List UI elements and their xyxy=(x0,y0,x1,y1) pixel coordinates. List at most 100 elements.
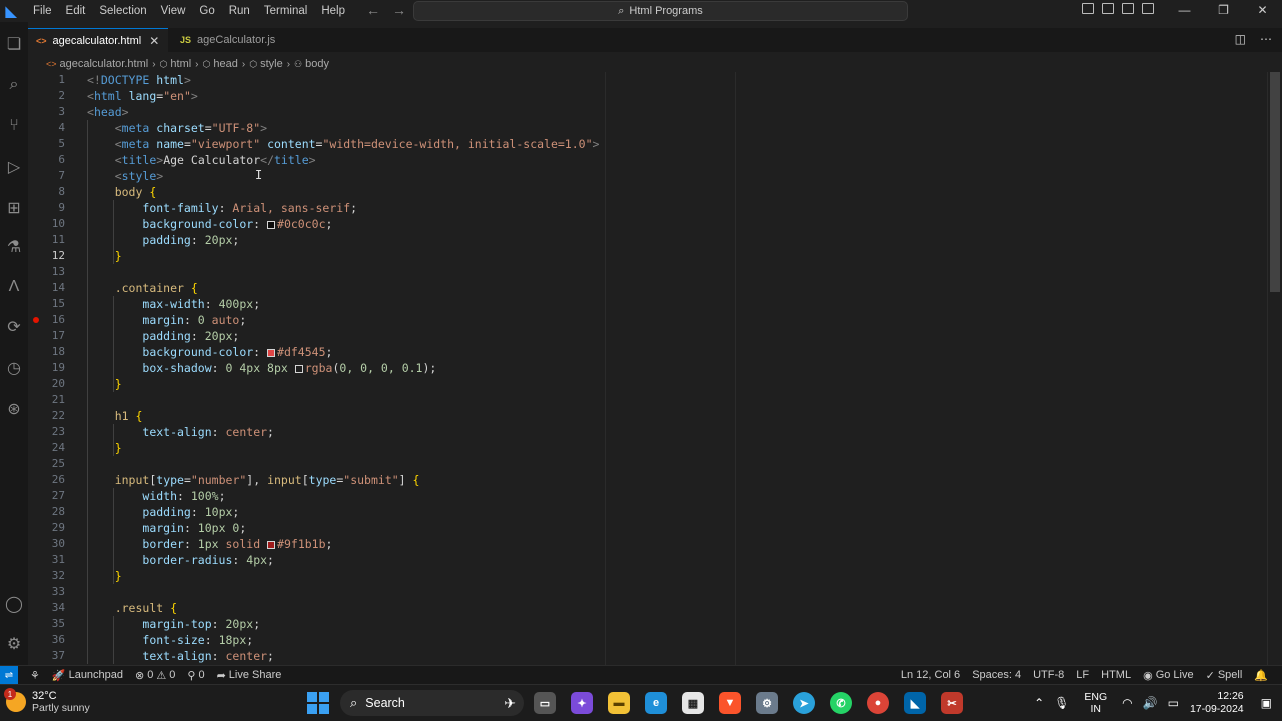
code-line[interactable]: 9 font-family: Arial, sans-serif; xyxy=(28,200,1268,216)
toggle-panel-icon[interactable] xyxy=(1102,3,1114,14)
azure-icon[interactable]: Λ xyxy=(0,273,28,301)
notifications-bell-icon[interactable]: 🔔 xyxy=(1254,669,1268,682)
code-line[interactable]: 27 width: 100%; xyxy=(28,488,1268,504)
code-line[interactable]: 13 xyxy=(28,264,1268,280)
menu-view[interactable]: View xyxy=(154,5,193,17)
problems-item[interactable]: ⊗ 0 ⚠ 0 xyxy=(135,669,175,682)
code-line[interactable]: 18 background-color: #df4545; xyxy=(28,344,1268,360)
code-line[interactable]: 23 text-align: center; xyxy=(28,424,1268,440)
clock[interactable]: 12:26 17-09-2024 xyxy=(1190,690,1244,716)
volume-icon[interactable]: 🔊 xyxy=(1143,696,1158,710)
remote-indicator-icon[interactable]: ⇌ xyxy=(0,666,18,684)
explorer-icon[interactable]: ❏ xyxy=(0,30,28,58)
menu-file[interactable]: File xyxy=(26,5,59,17)
code-line[interactable]: 3 <head> xyxy=(28,104,1268,120)
testing-icon[interactable]: ⚗ xyxy=(0,233,28,261)
copilot-app-icon[interactable]: ✦ xyxy=(571,692,593,714)
tab-agecalculator-js[interactable]: JS ageCalculator.js xyxy=(172,28,292,52)
encoding[interactable]: UTF-8 xyxy=(1033,669,1064,681)
code-line[interactable]: 10 background-color: #0c0c0c; xyxy=(28,216,1268,232)
minimize-icon[interactable]: — xyxy=(1165,0,1204,20)
breadcrumb-head[interactable]: ⬡ head xyxy=(203,58,238,70)
brave-browser-icon[interactable]: ▼ xyxy=(719,692,741,714)
taskbar-search[interactable]: ⌕ Search ✈ xyxy=(340,690,524,716)
microphone-icon[interactable]: 🎙 xyxy=(1054,696,1069,710)
code-line[interactable]: 6 <title>Age Calculator</title> xyxy=(28,152,1268,168)
code-line[interactable]: 26 input[type="number"], input[type="sub… xyxy=(28,472,1268,488)
code-line[interactable]: 20 } xyxy=(28,376,1268,392)
restore-icon[interactable]: ❐ xyxy=(1204,0,1243,20)
scrollbar-thumb[interactable] xyxy=(1270,72,1280,292)
extensions-icon[interactable]: ⊞ xyxy=(0,194,28,222)
tab-agecalculator-html[interactable]: <> agecalculator.html ✕ xyxy=(28,28,168,52)
breadcrumb-body[interactable]: ⚇ body xyxy=(294,58,329,70)
code-line[interactable]: 24 } xyxy=(28,440,1268,456)
code-line[interactable]: 36 font-size: 18px; xyxy=(28,632,1268,648)
chrome-browser-icon[interactable]: ● xyxy=(867,692,889,714)
split-editor-icon[interactable]: ◫ xyxy=(1235,32,1246,46)
code-line[interactable]: 16 margin: 0 auto; xyxy=(28,312,1268,328)
code-line[interactable]: 14 .container { xyxy=(28,280,1268,296)
code-line[interactable]: 35 margin-top: 20px; xyxy=(28,616,1268,632)
notification-center-icon[interactable]: ▣ xyxy=(1261,696,1272,710)
code-line[interactable]: 19 box-shadow: 0 4px 8px rgba(0, 0, 0, 0… xyxy=(28,360,1268,376)
color-swatch-icon[interactable] xyxy=(267,541,276,549)
go-live-item[interactable]: ◉ Go Live xyxy=(1143,669,1194,682)
task-view-icon[interactable]: ▭ xyxy=(534,692,556,714)
customize-layout-icon[interactable] xyxy=(1142,3,1154,14)
menu-go[interactable]: Go xyxy=(192,5,221,17)
code-line[interactable]: 11 padding: 20px; xyxy=(28,232,1268,248)
cursor-position[interactable]: Ln 12, Col 6 xyxy=(901,669,960,681)
code-line[interactable]: 28 padding: 10px; xyxy=(28,504,1268,520)
weather-widget[interactable]: 1 32°C Partly sunny xyxy=(4,688,90,714)
toggle-primary-sidebar-icon[interactable] xyxy=(1082,3,1094,14)
close-tab-icon[interactable]: ✕ xyxy=(149,34,159,48)
code-line[interactable]: 12 } xyxy=(28,248,1268,264)
battery-icon[interactable]: ▭ xyxy=(1168,696,1179,710)
forward-arrow-icon[interactable]: → xyxy=(392,2,406,18)
code-line[interactable]: 22 h1 { xyxy=(28,408,1268,424)
accounts-icon[interactable]: ◯ xyxy=(0,590,28,618)
settings-gear-icon[interactable]: ⚙ xyxy=(0,630,28,658)
menu-selection[interactable]: Selection xyxy=(92,5,153,17)
menu-help[interactable]: Help xyxy=(314,5,352,17)
snipping-tool-icon[interactable]: ✂ xyxy=(941,692,963,714)
spell-item[interactable]: ✓ Spell xyxy=(1206,669,1243,682)
toggle-secondary-sidebar-icon[interactable] xyxy=(1122,3,1134,14)
run-debug-icon[interactable]: ▷ xyxy=(0,153,28,181)
copilot-icon[interactable]: ⚘ xyxy=(30,669,40,682)
code-line[interactable]: 34 .result { xyxy=(28,600,1268,616)
color-swatch-icon[interactable] xyxy=(294,365,303,373)
back-arrow-icon[interactable]: ← xyxy=(366,2,380,18)
code-editor[interactable]: 1 <!DOCTYPE html> 2 <html lang="en"> 3 <head>… xyxy=(28,72,1282,665)
ports-item[interactable]: ⚲ 0 xyxy=(187,669,204,682)
live-share-icon[interactable]: ⊛ xyxy=(0,395,28,423)
timeline-icon[interactable]: ◷ xyxy=(0,354,28,382)
code-line[interactable]: 29 margin: 10px 0; xyxy=(28,520,1268,536)
wifi-icon[interactable]: ◠ xyxy=(1122,696,1132,710)
code-line[interactable]: 8 body { xyxy=(28,184,1268,200)
code-line[interactable]: 31 border-radius: 4px; xyxy=(28,552,1268,568)
launchpad-item[interactable]: 🚀 Launchpad xyxy=(52,669,123,682)
code-line[interactable]: 17 padding: 20px; xyxy=(28,328,1268,344)
telegram-icon[interactable]: ➤ xyxy=(793,692,815,714)
color-swatch-icon[interactable] xyxy=(267,349,276,357)
code-line[interactable]: 5 <meta name="viewport" content="width=d… xyxy=(28,136,1268,152)
live-share-item[interactable]: ➦ Live Share xyxy=(217,669,282,682)
start-button[interactable] xyxy=(307,692,329,714)
edge-browser-icon[interactable]: e xyxy=(645,692,667,714)
command-center-search[interactable]: ⌕ Html Programs xyxy=(413,1,908,21)
vscode-app-icon[interactable]: ◣ xyxy=(904,692,926,714)
breadcrumb-style[interactable]: ⬡ style xyxy=(249,58,282,70)
remote-explorer-icon[interactable]: ⟳ xyxy=(0,313,28,341)
code-line[interactable]: 2 <html lang="en"> xyxy=(28,88,1268,104)
search-view-icon[interactable]: ⌕ xyxy=(0,71,28,99)
more-actions-icon[interactable]: ⋯ xyxy=(1260,32,1272,46)
file-explorer-icon[interactable]: ▬ xyxy=(608,692,630,714)
code-line[interactable]: 1 <!DOCTYPE html> xyxy=(28,72,1268,88)
source-control-icon[interactable]: ⑂ xyxy=(0,112,28,140)
whatsapp-icon[interactable]: ✆ xyxy=(830,692,852,714)
indentation[interactable]: Spaces: 4 xyxy=(972,669,1021,681)
vertical-scrollbar[interactable] xyxy=(1267,72,1282,665)
code-line[interactable]: 15 max-width: 400px; xyxy=(28,296,1268,312)
